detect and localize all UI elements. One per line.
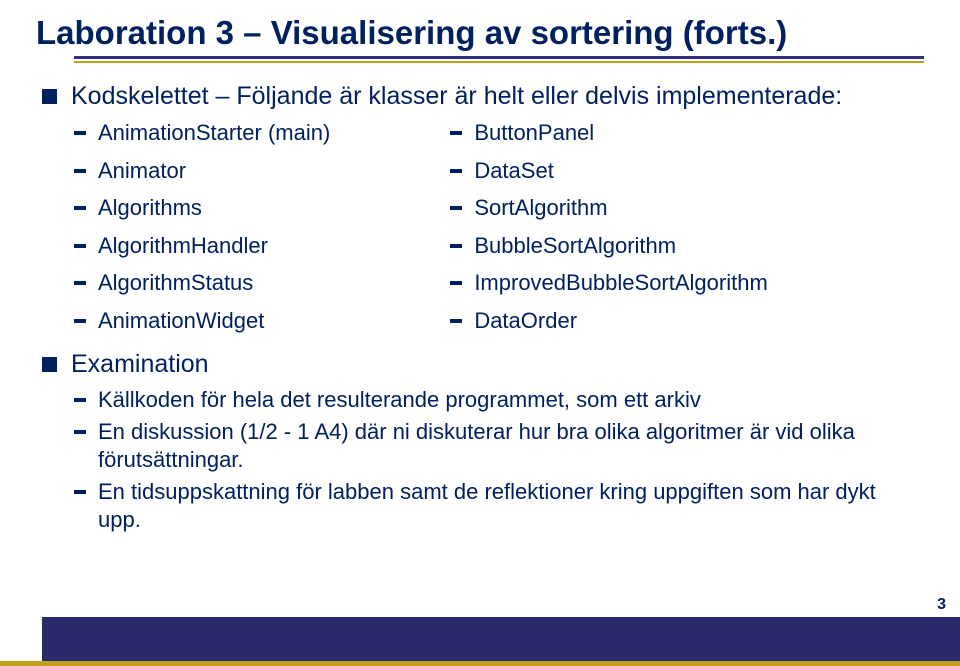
square-bullet-icon [42, 357, 57, 372]
section2-heading: Examination [42, 349, 924, 380]
dash-bullet-icon [450, 131, 462, 135]
list-item: En diskussion (1/2 - 1 A4) där ni diskut… [74, 418, 924, 473]
list-item: AnimationStarter (main) [74, 119, 330, 147]
slide-content: Kodskelettet – Följande är klasser är he… [36, 81, 924, 533]
list-item: ImprovedBubbleSortAlgorithm [450, 269, 767, 297]
dash-bullet-icon [74, 244, 86, 248]
dash-bullet-icon [74, 206, 86, 210]
dash-bullet-icon [74, 398, 86, 402]
slide-title: Laboration 3 – Visualisering av sorterin… [36, 14, 924, 52]
dash-bullet-icon [450, 319, 462, 323]
dash-bullet-icon [450, 169, 462, 173]
examination-items: Källkoden för hela det resulterande prog… [74, 386, 924, 534]
dash-bullet-icon [74, 430, 86, 434]
dash-bullet-icon [74, 169, 86, 173]
dash-bullet-icon [450, 244, 462, 248]
list-item: AlgorithmStatus [74, 269, 330, 297]
section2-heading-text: Examination [71, 349, 209, 380]
footer-band [42, 617, 960, 661]
section1-heading-text: Kodskelettet – Följande är klasser är he… [71, 81, 842, 112]
class-columns: AnimationStarter (main) Animator Algorit… [74, 114, 924, 339]
list-item: Källkoden för hela det resulterande prog… [74, 386, 924, 414]
list-item: DataSet [450, 157, 767, 185]
list-item: En tidsuppskattning för labben samt de r… [74, 478, 924, 533]
list-item: SortAlgorithm [450, 194, 767, 222]
list-item: AlgorithmHandler [74, 232, 330, 260]
list-item: ButtonPanel [450, 119, 767, 147]
list-item: Algorithms [74, 194, 330, 222]
slide: Laboration 3 – Visualisering av sorterin… [0, 0, 960, 666]
class-column-left: AnimationStarter (main) Animator Algorit… [74, 114, 330, 339]
dash-bullet-icon [74, 490, 86, 494]
dash-bullet-icon [450, 281, 462, 285]
list-item: DataOrder [450, 307, 767, 335]
list-item: Animator [74, 157, 330, 185]
class-column-right: ButtonPanel DataSet SortAlgorithm Bubble… [450, 114, 767, 339]
footer-stripe [0, 661, 960, 666]
footer [0, 617, 960, 666]
list-item: AnimationWidget [74, 307, 330, 335]
section1-heading: Kodskelettet – Följande är klasser är he… [42, 81, 924, 112]
square-bullet-icon [42, 89, 57, 104]
list-item: BubbleSortAlgorithm [450, 232, 767, 260]
dash-bullet-icon [74, 131, 86, 135]
page-number: 3 [937, 596, 946, 614]
dash-bullet-icon [450, 206, 462, 210]
title-rule [74, 56, 924, 63]
dash-bullet-icon [74, 319, 86, 323]
dash-bullet-icon [74, 281, 86, 285]
